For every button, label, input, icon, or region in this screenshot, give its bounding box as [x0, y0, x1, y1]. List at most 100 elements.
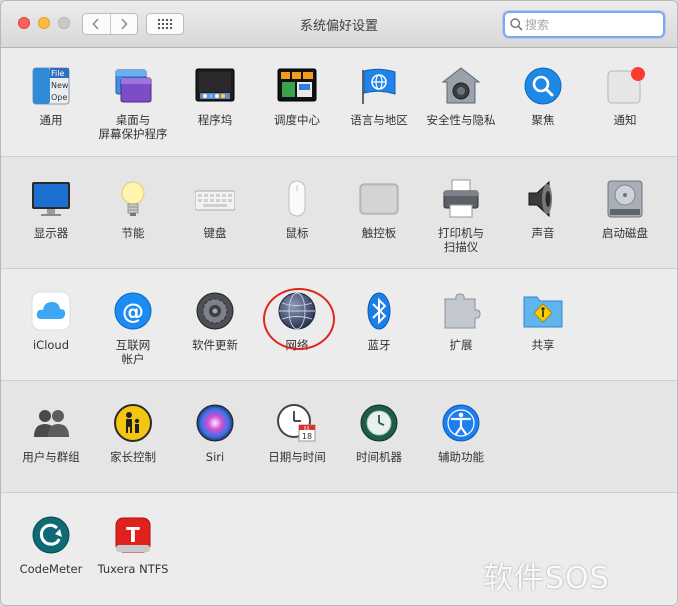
pane-label: 鼠标	[285, 226, 309, 240]
close-button[interactable]	[18, 17, 30, 29]
pane-label: 互联网 帐户	[115, 338, 151, 366]
pane-keyboard[interactable]: 键盘	[174, 179, 256, 240]
pane-label: 桌面与 屏幕保护程序	[98, 113, 168, 141]
pane-label: 显示器	[33, 226, 69, 240]
codemeter-icon	[31, 515, 71, 555]
spotlight-icon	[523, 66, 563, 106]
show-all-button[interactable]	[146, 13, 184, 35]
pane-mission-control[interactable]: 调度中心	[256, 66, 338, 127]
pane-security-privacy[interactable]: 安全性与隐私	[420, 66, 502, 127]
pane-bluetooth[interactable]: 蓝牙	[338, 291, 420, 352]
pane-label: iCloud	[32, 338, 70, 352]
navigation-buttons	[82, 13, 138, 35]
sound-icon	[523, 179, 563, 219]
pane-general[interactable]: File New Ope 通用	[10, 66, 92, 127]
pane-sound[interactable]: 声音	[502, 179, 584, 240]
pane-dock[interactable]: 程序坞	[174, 66, 256, 127]
internet-accounts-icon: @	[113, 291, 153, 331]
chevron-left-icon	[92, 18, 99, 30]
search-field[interactable]	[503, 11, 665, 38]
forward-button[interactable]	[109, 14, 138, 34]
pane-software-update[interactable]: 软件更新	[174, 291, 256, 352]
trackpad-icon	[359, 179, 399, 219]
pane-printers-scanners[interactable]: 打印机与 扫描仪	[420, 179, 502, 254]
pane-language-region[interactable]: 语言与地区	[338, 66, 420, 127]
pane-users-groups[interactable]: 用户与群组	[10, 403, 92, 464]
search-input[interactable]	[525, 16, 655, 33]
system-preferences-window: 系统偏好设置 File New Ope 通用	[0, 0, 678, 606]
pane-label: 节能	[121, 226, 145, 240]
pane-trackpad[interactable]: 触控板	[338, 179, 420, 240]
pane-parental-controls[interactable]: 家长控制	[92, 403, 174, 464]
pane-siri[interactable]: Siri	[174, 403, 256, 464]
bluetooth-icon	[359, 291, 399, 331]
pane-label: 日期与时间	[268, 450, 326, 464]
keyboard-icon	[194, 179, 236, 219]
pane-extensions[interactable]: 扩展	[420, 291, 502, 352]
back-button[interactable]	[83, 14, 110, 34]
pane-tuxera-ntfs[interactable]: T Tuxera NTFS	[92, 515, 174, 576]
date-time-icon: JUL 18	[277, 403, 317, 443]
pane-accessibility[interactable]: 辅助功能	[420, 403, 502, 464]
dock-icon	[195, 66, 235, 106]
pane-sharing[interactable]: 共享	[502, 291, 584, 352]
pane-label: 扩展	[449, 338, 473, 352]
pane-label: 触控板	[361, 226, 397, 240]
security-privacy-icon	[441, 66, 481, 106]
pane-label: 安全性与隐私	[426, 113, 496, 127]
mouse-icon	[277, 179, 317, 219]
pane-mouse[interactable]: 鼠标	[256, 179, 338, 240]
pane-label: CodeMeter	[19, 562, 83, 576]
language-region-icon	[359, 66, 399, 106]
pane-label: 语言与地区	[350, 113, 408, 127]
network-icon	[277, 291, 317, 331]
pane-label: 声音	[531, 226, 555, 240]
pane-date-time[interactable]: JUL 18 日期与时间	[256, 403, 338, 464]
pane-internet-accounts[interactable]: @ 互联网 帐户	[92, 291, 174, 366]
energy-saver-icon	[113, 179, 153, 219]
startup-disk-icon	[605, 179, 645, 219]
pane-label: 调度中心	[274, 113, 320, 127]
pane-desktop-screensaver[interactable]: 桌面与 屏幕保护程序	[92, 66, 174, 141]
svg-text:@: @	[122, 300, 144, 325]
pane-notifications[interactable]: 通知	[584, 66, 666, 127]
sharing-icon	[523, 291, 563, 331]
chevron-right-icon	[121, 18, 128, 30]
minimize-button[interactable]	[38, 17, 50, 29]
pane-label: 键盘	[203, 226, 227, 240]
pane-label: 打印机与 扫描仪	[438, 226, 484, 254]
printers-scanners-icon	[441, 179, 481, 219]
pane-label: Siri	[205, 450, 225, 464]
grid-icon	[158, 19, 172, 29]
title-bar: 系统偏好设置	[1, 1, 677, 48]
pane-label: 蓝牙	[367, 338, 391, 352]
pane-label: 聚焦	[531, 113, 555, 127]
displays-icon	[31, 179, 71, 219]
svg-text:18: 18	[302, 432, 312, 441]
pane-label: 启动磁盘	[602, 226, 648, 240]
software-update-icon	[195, 291, 235, 331]
pane-startup-disk[interactable]: 启动磁盘	[584, 179, 666, 240]
svg-text:New: New	[51, 81, 69, 90]
desktop-screensaver-icon	[113, 66, 153, 106]
pane-label: 共享	[531, 338, 555, 352]
pane-time-machine[interactable]: 时间机器	[338, 403, 420, 464]
pane-icloud[interactable]: iCloud	[10, 291, 92, 352]
tuxera-ntfs-icon: T	[113, 515, 153, 555]
pane-codemeter[interactable]: CodeMeter	[10, 515, 92, 576]
pane-network[interactable]: 网络	[256, 291, 338, 352]
time-machine-icon	[359, 403, 399, 443]
pane-spotlight[interactable]: 聚焦	[502, 66, 584, 127]
pane-energy-saver[interactable]: 节能	[92, 179, 174, 240]
mission-control-icon	[277, 66, 317, 106]
svg-text:T: T	[126, 523, 140, 547]
zoom-button[interactable]	[58, 17, 70, 29]
pane-displays[interactable]: 显示器	[10, 179, 92, 240]
search-icon	[510, 18, 523, 31]
pane-label: 用户与群组	[22, 450, 80, 464]
svg-text:File: File	[51, 69, 64, 78]
pane-label: 辅助功能	[438, 450, 484, 464]
siri-icon	[195, 403, 235, 443]
pane-label: 软件更新	[192, 338, 238, 352]
watermark: 软件SOS	[483, 561, 610, 596]
